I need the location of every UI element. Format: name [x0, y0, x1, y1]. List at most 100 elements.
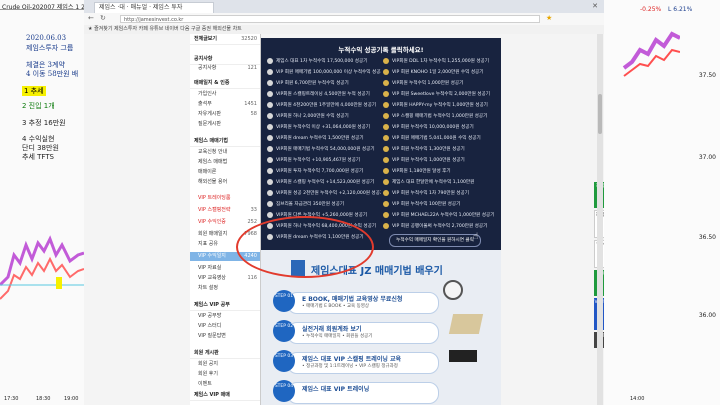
- sidebar-item[interactable]: 출석부 1451: [190, 100, 260, 109]
- success-record-link[interactable]: VIP 회원 누적수익 1차 790만원 성공기: [383, 188, 497, 199]
- sidebar-item[interactable]: VIP 교육영상 116: [190, 274, 260, 283]
- sidebar-item[interactable]: 이벤트: [190, 380, 260, 389]
- step-badge: STEP 04: [273, 380, 295, 402]
- right-records-list: VIP회원 DDL 1차 누적수익 1,255,000원 성공기 VIP 회원 K…: [383, 56, 497, 232]
- scrollbar-thumb[interactable]: [598, 94, 602, 134]
- success-record-link[interactable]: VIP회원 1,180만원 달성 후기: [383, 166, 497, 177]
- category-label: 공지사항: [194, 56, 213, 62]
- sidebar-item[interactable]: 질문게시판: [190, 120, 260, 129]
- sidebar-item[interactable]: 매매이론: [190, 168, 260, 177]
- record-label: VIP 스캘핑 매매기법 누적수익 1,000만원 성공기: [392, 114, 488, 119]
- step-bar: 제임스 대표 VIP 스캘핑 트레이닝 교육 • 정규과정 및 1:1트레이닝 •…: [287, 352, 439, 374]
- success-record-link[interactable]: VIP 회원 MCHAEL22A 누적수익 1,000만원 성공기: [383, 210, 497, 221]
- success-record-link[interactable]: VIP회원 누적수익 1,000만원 성공기: [383, 78, 497, 89]
- category-label: 매매일지 & 인증: [194, 80, 230, 86]
- success-record-link[interactable]: VIP 스캘핑 매매기법 누적수익 1,000만원 성공기: [383, 111, 497, 122]
- success-record-link[interactable]: VIP회원 투자 누적수익 7,700,000원 성공기: [267, 166, 381, 177]
- record-label: VIP 회원 Sweetlove 누적수익 2,000만원 성공기: [392, 92, 490, 97]
- sidebar-category[interactable]: 제임스 VIP 매매: [190, 390, 260, 401]
- record-label: VIP 회원 6,700만원 누적수익 성공기: [276, 81, 349, 86]
- category-label: 제임스 VIP 공부: [194, 302, 230, 308]
- highlight-box: [56, 277, 62, 289]
- record-label: VIP회원 누적수익 +10,905,467원 성공기: [276, 158, 361, 163]
- step-card[interactable]: E BOOK, 매매기법 교육영상 무료신청 • 매매기법 E BOOK • 교육…: [273, 290, 443, 314]
- success-record-link[interactable]: VIP회원 스캘핑트레이닝 4,500만원 누적 성공기: [267, 89, 381, 100]
- step-card[interactable]: 제임스 대표 VIP 트레이닝 STEP 04: [273, 380, 443, 404]
- success-record-link[interactable]: VIP 회원 누적수익 10,000,000원 성공기: [383, 122, 497, 133]
- sidebar-item[interactable]: 회원 후기: [190, 370, 260, 379]
- records-link-button[interactable]: 누적수익 매매일지 확인을 원하시면 클릭: [389, 234, 481, 247]
- coin-icon: [383, 211, 389, 218]
- coin-icon: [267, 90, 273, 97]
- coin-icon: [267, 57, 273, 64]
- sidebar-item[interactable]: 가입인사: [190, 90, 260, 99]
- sidebar-item[interactable]: 차트 설정: [190, 284, 260, 293]
- sidebar-item-vip[interactable]: VIP 스캘핑전략 33: [190, 206, 260, 215]
- record-label: VIP회원 DDL 1차 누적수익 1,255,000원 성공기: [392, 59, 489, 64]
- success-record-link[interactable]: 제임스 대표 1차 누적수익 17,500,000 성공기: [267, 56, 381, 67]
- item-label: 제임스 매매법: [198, 159, 228, 165]
- record-label: VIP회원 누적수익 이상 +31,064,000원 성공기: [276, 125, 370, 130]
- success-record-link[interactable]: VIP회원 4천200만원 1주일만에 4,000만원 성공기: [267, 100, 381, 111]
- success-record-link[interactable]: VIP회원 DDL 1차 누적수익 1,255,000원 성공기: [383, 56, 497, 67]
- success-record-link[interactable]: VIP 회원 누적수익 1,000만원 성공기: [383, 155, 497, 166]
- item-count: 116: [247, 275, 257, 281]
- close-icon[interactable]: ✕: [592, 2, 598, 10]
- sidebar-item[interactable]: 해외선물 용어: [190, 178, 260, 187]
- scrollbar[interactable]: [597, 34, 603, 405]
- step-badge: STEP 03: [273, 350, 295, 372]
- sidebar-category[interactable]: 매매일지 & 인증: [190, 78, 260, 89]
- success-record-link[interactable]: VIP 회원 Sweetlove 누적수익 2,000만원 성공기: [383, 89, 497, 100]
- refresh-icon[interactable]: ↻: [100, 14, 106, 22]
- success-record-link[interactable]: VIP회원 누적수익 +10,905,467원 성공기: [267, 155, 381, 166]
- left-chart-window: Crude Oil-202007 제임스 1 20 2020.06.03 제임스…: [0, 0, 84, 405]
- success-record-link[interactable]: VIP회원 성공 2천만원 누적수익 +2,120,000원 성공기: [267, 188, 381, 199]
- star-icon[interactable]: ★: [546, 14, 552, 22]
- record-label: VIP 회원 누적수익 1,300만원 성공기: [392, 147, 465, 152]
- item-label: VIP 공부방: [198, 313, 222, 319]
- success-record-link[interactable]: 제임스 대표 한달만에 누적수익 1,100만원: [383, 177, 497, 188]
- browser-tab[interactable]: 제임스 ·대 · 매뉴얼 · 제임스 투자: [94, 2, 214, 13]
- step-card[interactable]: 제임스 대표 VIP 스캘핑 트레이닝 교육 • 정규과정 및 1:1트레이닝 •…: [273, 350, 443, 374]
- sidebar-item[interactable]: 회원 공지: [190, 360, 260, 369]
- sidebar-item[interactable]: 공지사항 121: [190, 64, 260, 73]
- coin-icon: [383, 178, 389, 185]
- success-record-link[interactable]: VIP회원 dream 누적수익 1,500만원 성공기: [267, 133, 381, 144]
- success-record-link[interactable]: VIP 회원 매매기법 5,041,000원 수익 성공기: [383, 133, 497, 144]
- success-record-link[interactable]: VIP 회원 KNOHO 1일 2,000만원 수익 성공기: [383, 67, 497, 78]
- sidebar-item[interactable]: VIP 스터디: [190, 322, 260, 331]
- sidebar-item-vip[interactable]: VIP 수익인증 252: [190, 218, 260, 227]
- sidebar-category[interactable]: 제임스 VIP 공부: [190, 300, 260, 311]
- success-record-link[interactable]: 짐브리올 자금관리 350만원 성공기: [267, 199, 381, 210]
- url-input[interactable]: http://jamesinvest.co.kr: [120, 15, 540, 23]
- sidebar-item-vip[interactable]: VIP 트레이딩룸: [190, 194, 260, 203]
- success-record-link[interactable]: VIP회원 매매기법 누적수익 54,000,000원 성공기: [267, 144, 381, 155]
- sidebar-item[interactable]: VIP 공부방: [190, 312, 260, 321]
- success-record-link[interactable]: VIP회원 스캘핑 누적수익 +14,523,000원 성공기: [267, 177, 381, 188]
- cafe-sidebar: 전체글보기 32520 공지사항 공지사항 121 매매일지 & 인증 가입인사 출…: [190, 34, 261, 405]
- bookmarks-text[interactable]: ★ 즐겨찾기 제임스투자 카페 유튜브 네이버 다음 구글 증권 해외선물 차트: [84, 26, 242, 32]
- sidebar-item[interactable]: 자유게시판 58: [190, 110, 260, 119]
- success-record-link[interactable]: VIP 회원 공팽이울써 누적수익 2,700만원 성공기: [383, 221, 497, 232]
- left-chart-divider: [0, 9, 84, 10]
- sidebar-item[interactable]: 교육신청 안내: [190, 148, 260, 157]
- success-record-link[interactable]: VIP회원 HAPPY-my 누적수익 1,000만원 성공기: [383, 100, 497, 111]
- coin-icon: [383, 200, 389, 207]
- sidebar-category[interactable]: 전체글보기 32520: [190, 34, 260, 45]
- x-axis-label: 19:00: [64, 396, 79, 402]
- success-record-link[interactable]: VIP 회원 매매기법 100,000,000 이상 누적수익 성공기: [267, 67, 381, 78]
- success-record-link[interactable]: VIP회원 누적수익 이상 +31,064,000원 성공기: [267, 122, 381, 133]
- step-card[interactable]: 실전거래 회원계좌 보기 • 누적수익 매매일지 • 회원들 성공기 STEP 0…: [273, 320, 443, 344]
- success-record-link[interactable]: VIP 회원 누적수익 100만원 성공기: [383, 199, 497, 210]
- sidebar-item[interactable]: 제임스 매매법: [190, 158, 260, 167]
- success-record-link[interactable]: VIP회원 하나 2,000만원 수익 성공기: [267, 111, 381, 122]
- back-icon[interactable]: ←: [88, 14, 94, 22]
- sidebar-item[interactable]: VIP 질문답변: [190, 332, 260, 341]
- sidebar-category[interactable]: 회원 게시판: [190, 348, 260, 359]
- success-record-link[interactable]: VIP 회원 6,700만원 누적수익 성공기: [267, 78, 381, 89]
- coin-icon: [383, 145, 389, 152]
- coin-icon: [267, 123, 273, 130]
- success-record-link[interactable]: VIP 회원 누적수익 1,300만원 성공기: [383, 144, 497, 155]
- category-label: 제임스 매매기법: [194, 138, 228, 144]
- sidebar-category[interactable]: 제임스 매매기법: [190, 136, 260, 147]
